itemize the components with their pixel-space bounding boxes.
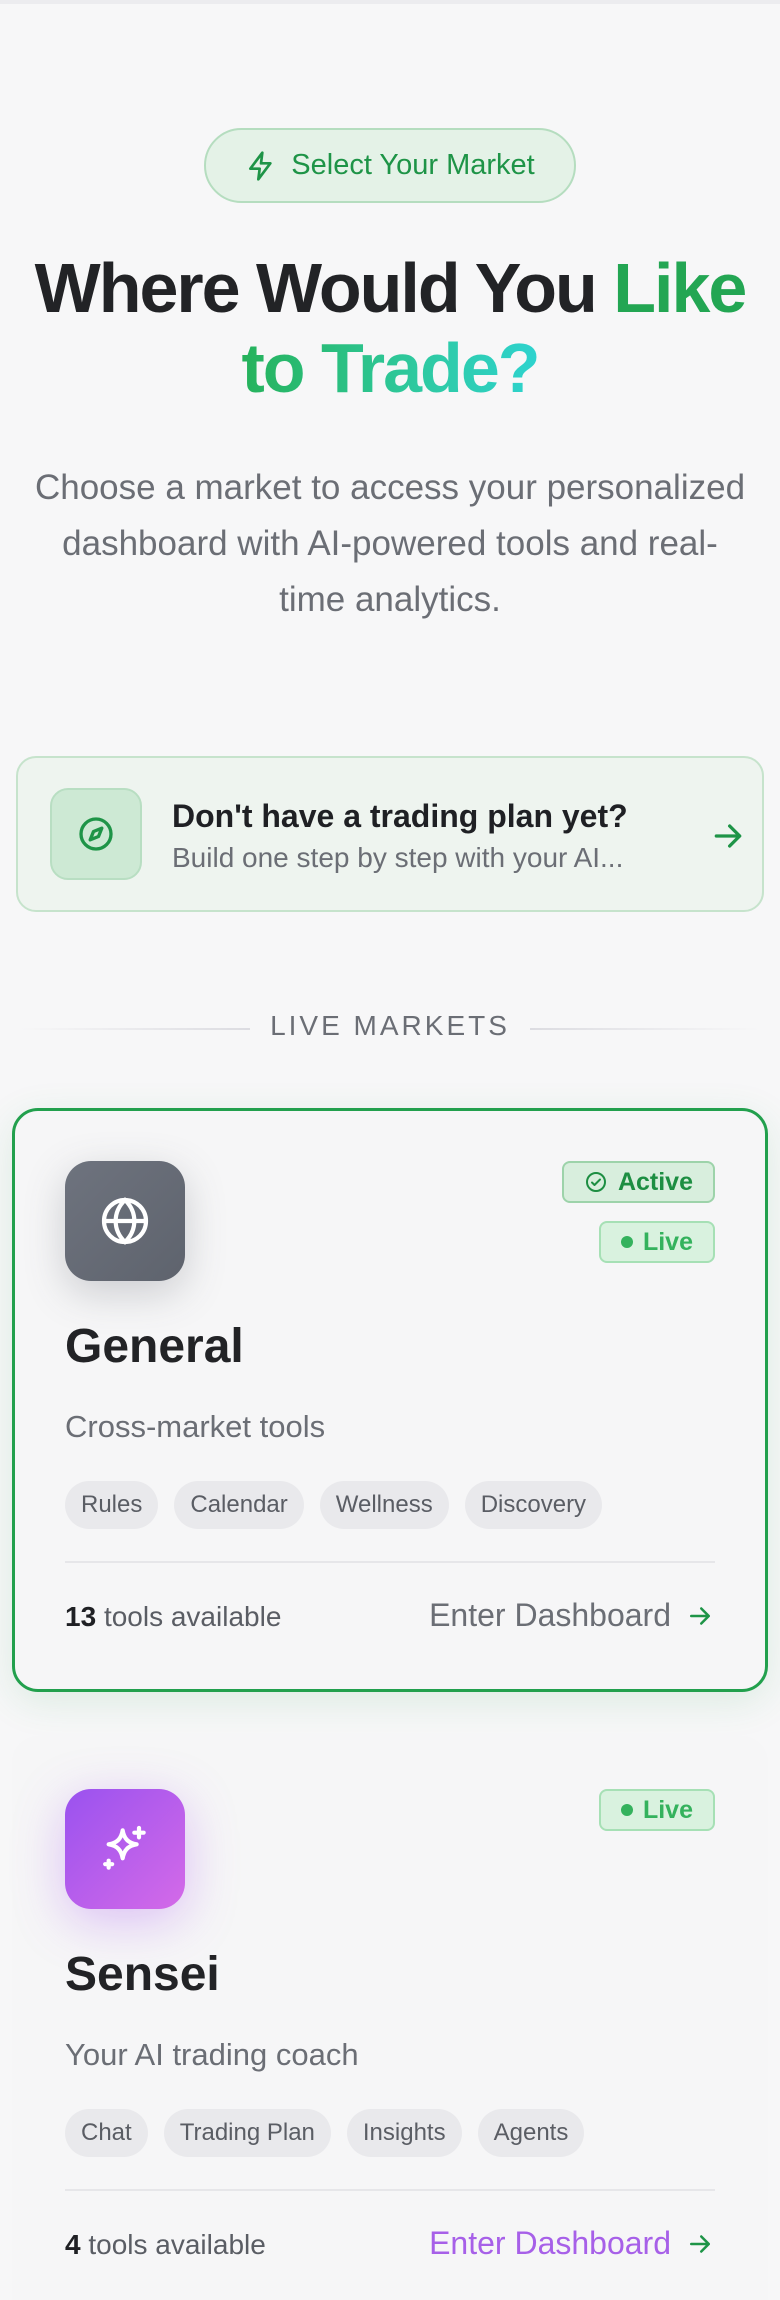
live-markets-label: LIVE MARKETS: [270, 1010, 510, 1041]
tag: Trading Plan: [163, 2109, 331, 2157]
title-green: Like: [613, 249, 747, 327]
market-name: Sensei: [65, 1948, 220, 2001]
arrow-right-icon: [714, 824, 742, 848]
tag: Chat: [65, 2109, 148, 2157]
card-divider: [65, 1561, 715, 1563]
enter-dashboard-button[interactable]: Enter Dashboard: [429, 1597, 715, 1634]
tag-list: Chat Trading Plan Insights Agents: [65, 2109, 585, 2157]
plan-banner-description: Build one step by step with your AI...: [172, 842, 624, 873]
trading-plan-banner[interactable]: Don't have a trading plan yet? Build one…: [16, 756, 764, 912]
tag: Agents: [477, 2109, 585, 2157]
top-border: [0, 0, 780, 4]
globe-icon: [65, 1161, 185, 1281]
pill-label: Select Your Market: [291, 149, 535, 181]
tag: Calendar: [174, 1481, 304, 1529]
sparkles-icon: [65, 1789, 185, 1909]
tag: Rules: [65, 1481, 159, 1529]
active-badge: Active: [561, 1161, 715, 1203]
market-description: Cross-market tools: [65, 1409, 326, 1444]
market-card-sensei[interactable]: Live Sensei Your AI trading coach Chat T…: [12, 1736, 768, 2300]
plan-banner-title: Don't have a trading plan yet?: [172, 798, 628, 834]
tools-count: 13 tools available: [65, 1601, 282, 1632]
tag: Wellness: [319, 1481, 449, 1529]
tag: Insights: [346, 2109, 462, 2157]
arrow-right-icon: [690, 2234, 710, 2253]
select-market-pill: Select Your Market: [204, 128, 576, 203]
live-badge: Live: [598, 1221, 715, 1263]
arrow-right-icon: [690, 1606, 710, 1625]
title-gradient: to Trade?: [241, 329, 540, 407]
live-dot: [620, 1804, 633, 1816]
card-divider: [65, 2189, 715, 2191]
live-dot: [620, 1236, 633, 1248]
page-title: Where Would You Like to Trade?: [0, 248, 780, 408]
enter-dashboard-button[interactable]: Enter Dashboard: [429, 2225, 715, 2262]
tag-list: Rules Calendar Wellness Discovery: [65, 1481, 603, 1529]
tag: Discovery: [464, 1481, 603, 1529]
page-subtitle: Choose a market to access your personali…: [34, 468, 746, 619]
market-card-general[interactable]: Active Live General Cross-market tools R…: [12, 1108, 768, 1692]
lightning-icon: [249, 150, 272, 181]
check-circle-icon: [585, 1172, 606, 1192]
title-dark: Where Would You: [34, 249, 614, 327]
market-name: General: [65, 1320, 244, 1373]
live-badge: Live: [598, 1789, 715, 1831]
tools-count: 4 tools available: [65, 2229, 266, 2260]
compass-icon: [50, 788, 142, 880]
market-description: Your AI trading coach: [65, 2037, 359, 2072]
section-divider-right: [530, 1028, 760, 1030]
